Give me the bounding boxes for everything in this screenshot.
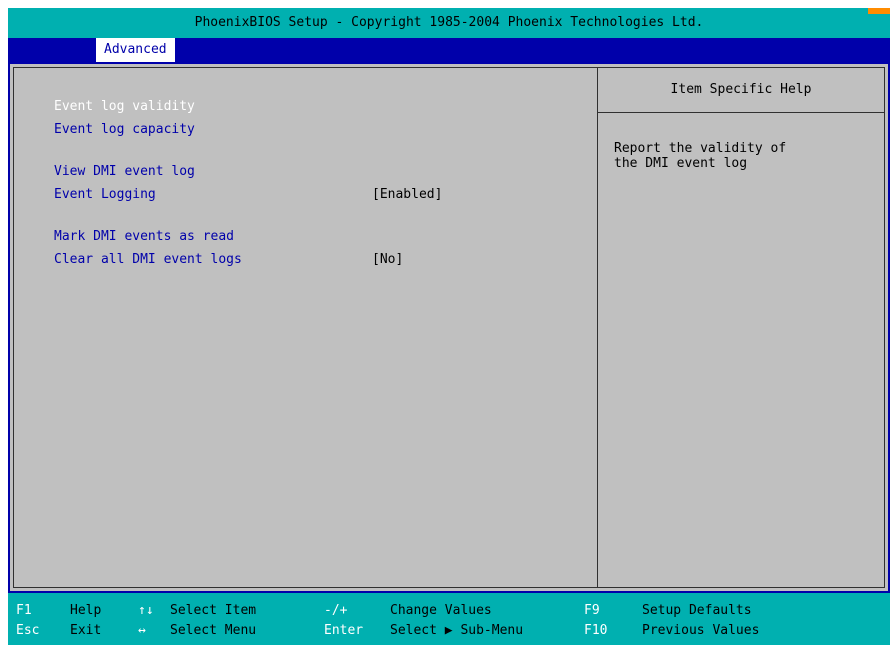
key-f9-label: Setup Defaults bbox=[642, 603, 752, 618]
corner-accent bbox=[868, 8, 890, 14]
key-esc-label: Exit bbox=[70, 623, 102, 638]
help-text: Report the validity of the DMI event log bbox=[614, 141, 787, 171]
key-minus-plus: -/+ bbox=[324, 603, 348, 618]
title-bar: PhoenixBIOS Setup - Copyright 1985-2004 … bbox=[8, 8, 890, 38]
tab-advanced[interactable]: Advanced bbox=[96, 38, 175, 62]
menu-bar: Advanced bbox=[8, 38, 890, 62]
help-title: Item Specific Help bbox=[670, 82, 812, 97]
key-f1-label: Help bbox=[70, 603, 102, 618]
key-esc: Esc bbox=[16, 623, 40, 638]
clear-logs-value[interactable]: [No] bbox=[372, 252, 403, 267]
bios-screen: PhoenixBIOS Setup - Copyright 1985-2004 … bbox=[8, 8, 890, 645]
key-leftright-label: Select Menu bbox=[170, 623, 257, 638]
item-clear-dmi-event-logs[interactable]: Clear all DMI event logs bbox=[54, 252, 242, 267]
key-f1: F1 bbox=[16, 603, 32, 618]
window-title: PhoenixBIOS Setup - Copyright 1985-2004 … bbox=[194, 15, 704, 30]
key-updown-label: Select Item bbox=[170, 603, 257, 618]
key-leftright: ↔ bbox=[138, 623, 146, 638]
event-logging-value[interactable]: [Enabled] bbox=[372, 187, 442, 202]
key-enter: Enter bbox=[324, 623, 364, 638]
item-view-dmi-event-log[interactable]: View DMI event log bbox=[54, 164, 195, 179]
panel-divider bbox=[597, 68, 598, 587]
key-minus-plus-label: Change Values bbox=[390, 603, 492, 618]
inner-frame: Event log validity Event log capacity Vi… bbox=[13, 67, 885, 588]
key-updown: ↑↓ bbox=[138, 603, 154, 618]
help-rule bbox=[598, 112, 884, 113]
item-event-log-capacity[interactable]: Event log capacity bbox=[54, 122, 195, 137]
main-panel: Event log validity Event log capacity Vi… bbox=[8, 62, 890, 593]
key-f10: F10 bbox=[584, 623, 608, 638]
status-bar: F1 Help ↑↓ Select Item -/+ Change Values… bbox=[8, 593, 890, 645]
item-event-logging[interactable]: Event Logging bbox=[54, 187, 156, 202]
item-mark-dmi-events-read[interactable]: Mark DMI events as read bbox=[54, 229, 234, 244]
key-f10-label: Previous Values bbox=[642, 623, 760, 638]
key-enter-label: Select ▶ Sub-Menu bbox=[390, 623, 524, 638]
key-f9: F9 bbox=[584, 603, 600, 618]
item-event-log-validity[interactable]: Event log validity bbox=[54, 99, 195, 114]
